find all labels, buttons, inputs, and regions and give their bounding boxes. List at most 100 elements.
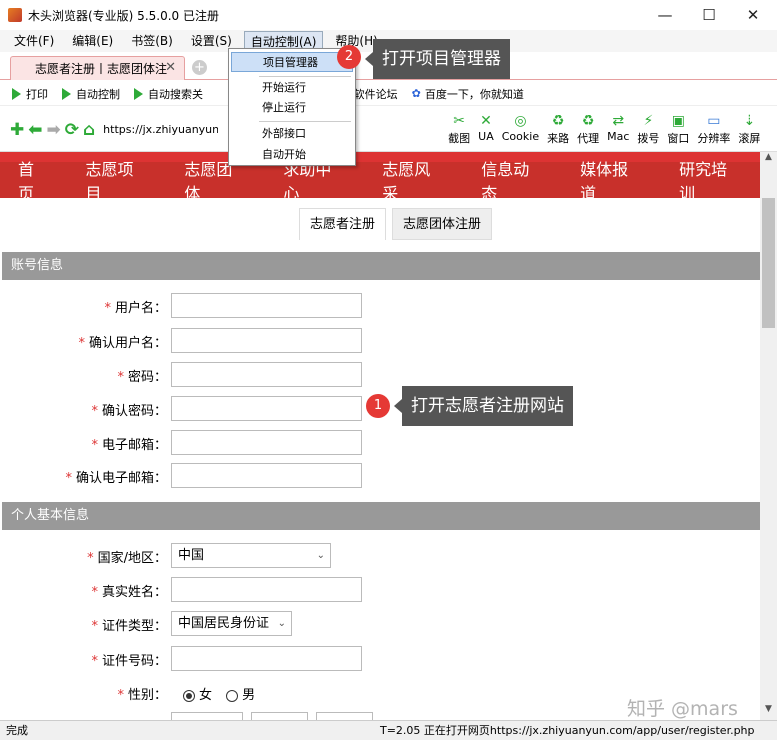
scroll-thumb[interactable]	[762, 198, 775, 328]
watermark: 知乎 @mars	[627, 698, 738, 720]
email-label: 电子邮箱：	[101, 438, 167, 453]
confirm-password-label: 确认密码：	[101, 404, 167, 419]
ua-icon: ✕	[480, 113, 492, 129]
back-arrow-icon[interactable]: ⬅	[28, 120, 42, 140]
confirm-password-input[interactable]	[171, 396, 362, 421]
menu-bookmarks[interactable]: 书签(B)	[125, 31, 179, 51]
name-row: * 真实姓名：	[0, 577, 760, 603]
scissors-icon: ✂	[453, 113, 466, 129]
partial-field[interactable]	[316, 712, 373, 720]
auto-control-dropdown: 项目管理器 开始运行 停止运行 外部接口 自动开始	[228, 48, 356, 166]
menu-file[interactable]: 文件(F)	[8, 31, 60, 51]
app-logo-icon	[8, 8, 22, 22]
address-bar[interactable]: https://jx.zhiyuanyun	[103, 123, 218, 136]
bookmark-toolbar: 打印 自动控制 自动搜索关 站 ◉木头软件论坛 ✿百度一下，你就知道	[0, 82, 777, 106]
section-account-info: 账号信息	[2, 252, 760, 280]
status-left: 完成	[6, 724, 28, 737]
paw-icon: ✿	[411, 87, 421, 100]
female-radio[interactable]	[183, 689, 195, 702]
password-input[interactable]	[171, 362, 362, 387]
menu-item-start-run[interactable]: 开始运行	[231, 78, 353, 98]
screenshot-button[interactable]: ✂ 截图	[448, 113, 470, 146]
real-name-input[interactable]	[171, 577, 362, 602]
menu-item-stop-run[interactable]: 停止运行	[231, 98, 353, 118]
plug-icon: ⚡	[643, 113, 654, 129]
page-scrollbar[interactable]: ▲ ▼	[760, 152, 777, 720]
cookie-button[interactable]: ◎ Cookie	[502, 113, 539, 146]
nav-training[interactable]: 研究培训	[679, 156, 742, 204]
partial-field[interactable]	[251, 712, 308, 720]
close-window-button[interactable]: ✕	[731, 0, 775, 30]
nav-home[interactable]: 首页	[18, 156, 49, 204]
scroll-icon: ⇣	[743, 113, 756, 129]
callout-badge-1: 1	[366, 394, 390, 418]
callout-open-project-manager: 打开项目管理器	[365, 39, 510, 79]
callout-badge-2: 2	[337, 45, 361, 69]
window-icon: ▣	[671, 113, 685, 129]
id-number-input[interactable]	[171, 646, 362, 671]
cookie-icon: ◎	[514, 113, 527, 129]
menu-item-auto-start[interactable]: 自动开始	[231, 145, 353, 165]
referer-icon: ♻	[551, 113, 565, 129]
new-tab-icon[interactable]: +	[192, 60, 207, 75]
referer-button[interactable]: ♻ 来路	[547, 113, 569, 146]
auto-search-button[interactable]: 自动搜索关	[134, 86, 203, 102]
scroll-up-icon[interactable]: ▲	[760, 152, 777, 166]
tab-group-register[interactable]: 志愿团体注册	[392, 208, 493, 240]
email-input[interactable]	[171, 430, 362, 455]
window-button[interactable]: ▣ 窗口	[667, 113, 689, 146]
nav-projects[interactable]: 志愿项目	[85, 156, 148, 204]
male-radio[interactable]	[226, 689, 239, 702]
email-row: * 电子邮箱：	[0, 430, 760, 456]
browser-tab[interactable]: 志愿者注册丨志愿团体注 ✕	[10, 56, 185, 80]
nav-media[interactable]: 媒体报道	[580, 156, 643, 204]
forward-arrow-icon[interactable]: ➡	[47, 120, 61, 140]
menu-item-project-manager[interactable]: 项目管理器	[231, 52, 353, 72]
confirm-email-label: 确认电子邮箱：	[75, 471, 167, 486]
scroll-button[interactable]: ⇣ 滚屏	[738, 113, 760, 146]
nav-news[interactable]: 信息动态	[481, 156, 544, 204]
password-row: * 密码：	[0, 362, 760, 388]
minimize-button[interactable]: —	[643, 0, 687, 30]
ua-button[interactable]: ✕ UA	[478, 113, 494, 146]
baidu-bookmark[interactable]: ✿ 百度一下，你就知道	[412, 86, 524, 102]
section-personal-info: 个人基本信息	[2, 502, 760, 530]
resolution-button[interactable]: ▭ 分辨率	[697, 113, 730, 146]
username-label: 用户名：	[114, 301, 167, 316]
password-label: 密码：	[127, 370, 167, 385]
title-bar: 木头浏览器(专业版) 5.5.0.0 已注册 — ☐ ✕	[0, 0, 777, 30]
play-icon	[12, 87, 21, 100]
tab-close-icon[interactable]: ✕	[165, 60, 176, 75]
tab-volunteer-register[interactable]: 志愿者注册	[299, 208, 387, 240]
nav-showcase[interactable]: 志愿风采	[382, 156, 445, 204]
country-label: 国家/地区：	[97, 551, 167, 566]
confirm-username-input[interactable]	[171, 328, 362, 353]
refresh-icon[interactable]: ⟳	[65, 120, 79, 140]
mac-button[interactable]: ⇄ Mac	[607, 113, 629, 146]
menu-edit[interactable]: 编辑(E)	[66, 31, 119, 51]
menu-divider	[259, 76, 351, 77]
menu-item-external-api[interactable]: 外部接口	[231, 124, 353, 144]
add-icon[interactable]: ✚	[10, 120, 24, 140]
callout-open-volunteer-site: 打开志愿者注册网站	[394, 386, 573, 426]
tab-label: 志愿者注册丨志愿团体注	[35, 62, 168, 76]
id-type-select[interactable]: 中国居民身份证 ⌄	[171, 611, 292, 636]
auto-control-button[interactable]: 自动控制	[62, 86, 120, 102]
country-select[interactable]: 中国 ⌄	[171, 543, 331, 568]
dial-button[interactable]: ⚡ 拨号	[637, 113, 659, 146]
maximize-button[interactable]: ☐	[687, 0, 731, 30]
proxy-button[interactable]: ♻ 代理	[577, 113, 599, 146]
confirm-email-input[interactable]	[171, 463, 362, 488]
print-button[interactable]: 打印	[12, 86, 48, 102]
partial-field[interactable]	[171, 712, 243, 720]
id-number-label: 证件号码：	[101, 654, 167, 669]
mac-icon: ⇄	[612, 113, 625, 129]
confirm-username-label: 确认用户名：	[88, 336, 167, 351]
scroll-down-icon[interactable]: ▼	[760, 704, 777, 718]
nav-toolbar: ✚ ⬅ ➡ ⟳ ⌂ https://jx.zhiyuanyun ✂ 截图 ✕ UA …	[0, 108, 777, 152]
confirm-email-row: * 确认电子邮箱：	[0, 463, 760, 489]
home-icon[interactable]: ⌂	[83, 120, 95, 140]
country-row: * 国家/地区： 中国 ⌄	[0, 543, 760, 569]
username-input[interactable]	[171, 293, 362, 318]
play-icon	[134, 87, 143, 100]
